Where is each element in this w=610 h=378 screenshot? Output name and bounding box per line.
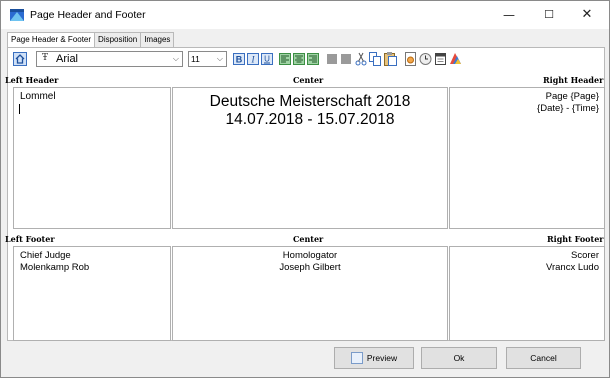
right-header-editor[interactable]: Page {Page} {Date} - {Time} [449,87,605,229]
app-icon [10,9,24,21]
center-footer-line: Joseph Gilbert [279,262,341,273]
square-icon[interactable] [327,54,337,64]
chevron-down-icon: ⌵ [216,54,223,63]
dialog-window: Page Header and Footer — ☐ ✕ Page Header… [0,0,610,378]
center-header-label: Center [293,75,324,85]
font-family-value: Arial [56,53,79,65]
copy-icon[interactable] [369,52,382,66]
home-icon[interactable] [13,52,27,66]
center-footer-line: Homologator [282,250,338,261]
window-title: Page Header and Footer [30,9,146,21]
right-header-label: Right Header [543,75,604,85]
font-size-select[interactable]: 11 ⌵ [188,51,227,67]
formatting-toolbar: Ŧ Arial ⌵ 11 ⌵ B I U [11,51,607,69]
center-header-line: Deutsche Meisterschaft 2018 [209,93,411,110]
clock-icon[interactable] [419,52,432,66]
left-footer-editor[interactable]: Chief Judge Molenkamp Rob [13,246,171,341]
tab-page-header-footer[interactable]: Page Header & Footer [7,32,96,48]
text-cursor [19,104,20,114]
left-header-editor[interactable]: Lommel [13,87,171,229]
align-right-icon[interactable] [307,53,319,65]
font-size-value: 11 [191,54,200,64]
preview-icon [350,351,363,364]
center-footer-label: Center [293,234,324,244]
left-footer-label: Left Footer [5,234,55,244]
ok-button-label: Ok [453,353,465,363]
center-footer-editor[interactable]: Homologator Joseph Gilbert [172,246,448,341]
left-footer-line: Chief Judge [20,250,71,261]
tab-strip: Page Header & Footer Disposition Images [7,32,175,48]
right-footer-editor[interactable]: Scorer Vrancx Ludo [449,246,605,341]
right-footer-label: Right Footer [547,234,604,244]
maximize-button[interactable]: ☐ [529,1,569,29]
paste-icon[interactable] [384,52,397,66]
ok-button[interactable]: Ok [421,347,497,369]
chevron-down-icon: ⌵ [172,54,179,63]
center-header-editor[interactable]: Deutsche Meisterschaft 2018 14.07.2018 -… [172,87,448,229]
center-header-line: 14.07.2018 - 15.07.2018 [225,111,395,128]
align-left-icon[interactable] [279,53,291,65]
cancel-button[interactable]: Cancel [506,347,581,369]
left-header-line: Lommel [20,91,56,102]
page-icon[interactable] [404,52,417,66]
font-type-icon: Ŧ [42,53,49,63]
bold-icon[interactable]: B [233,53,245,65]
cancel-button-label: Cancel [530,353,557,363]
svg-text:B: B [236,55,243,65]
preview-button[interactable]: Preview [334,347,414,369]
cut-icon[interactable] [355,52,367,66]
tab-images[interactable]: Images [140,32,175,47]
svg-text:U: U [264,55,270,64]
tab-disposition[interactable]: Disposition [94,32,142,47]
left-header-label: Left Header [5,75,59,85]
square-icon[interactable] [341,54,351,64]
preview-button-label: Preview [366,353,398,363]
align-center-icon[interactable] [293,53,305,65]
right-header-line: Page {Page} [545,91,599,102]
close-button[interactable]: ✕ [567,1,607,29]
minimize-button[interactable]: — [489,1,529,29]
title-bar: Page Header and Footer — ☐ ✕ [1,1,609,29]
right-footer-line: Scorer [571,250,599,261]
font-family-select[interactable]: Ŧ Arial ⌵ [36,51,183,67]
color-icon[interactable] [449,52,462,66]
italic-icon[interactable]: I [247,53,259,65]
right-footer-line: Vrancx Ludo [546,262,599,273]
calendar-icon[interactable] [434,52,447,66]
underline-icon[interactable]: U [261,53,273,65]
right-header-line: {Date} - {Time} [537,102,599,114]
left-footer-line: Molenkamp Rob [20,262,90,273]
